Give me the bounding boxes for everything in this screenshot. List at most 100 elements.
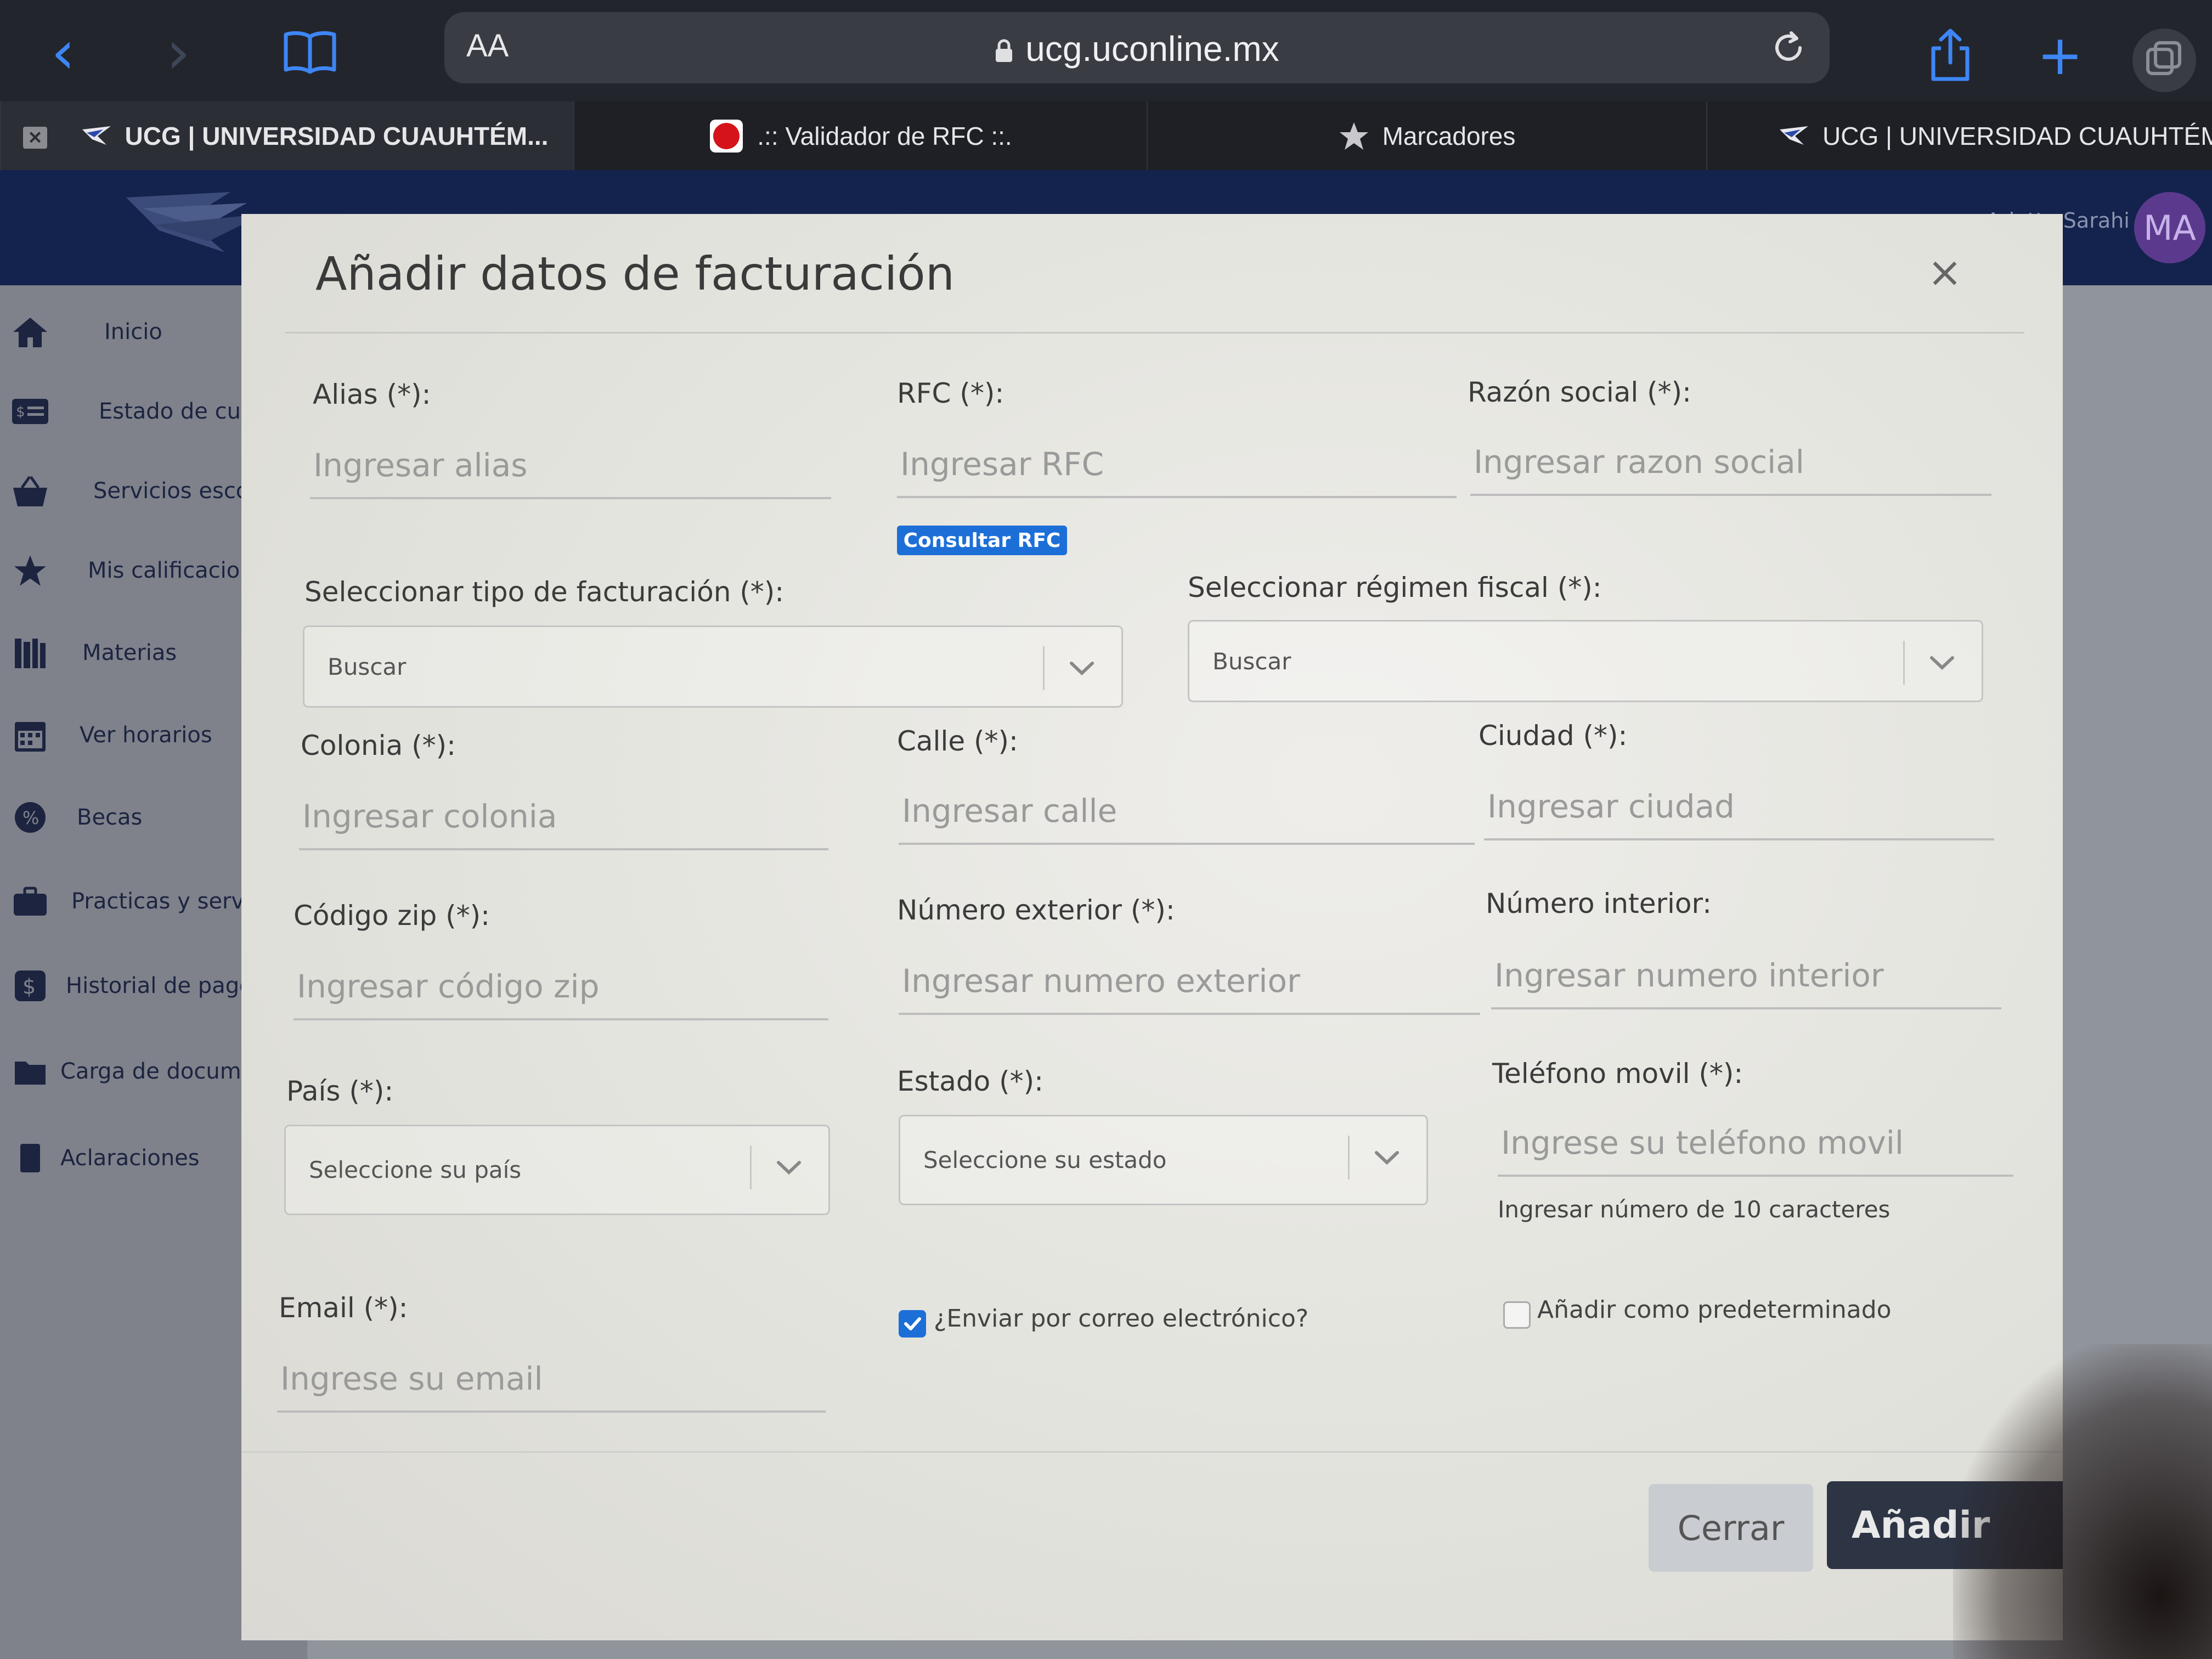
modal-divider — [285, 332, 2024, 334]
photo-shadow — [1953, 1344, 2212, 1659]
cerrar-button[interactable]: Cerrar — [1649, 1484, 1813, 1572]
estado-value: Seleccione su estado — [923, 1147, 1167, 1173]
tab-label: UCG | UNIVERSIDAD CUAUHTÉM... — [125, 121, 549, 150]
colonia-input[interactable]: Ingresar colonia — [299, 785, 828, 850]
razon-social-input[interactable]: Ingresar razon social — [1470, 430, 1991, 496]
pais-select[interactable]: Seleccione su país — [284, 1125, 830, 1215]
chevron-down-icon — [1372, 1143, 1402, 1172]
browser-toolbar: ‹ › AA ucg.uconline.mx + — [0, 0, 2212, 101]
close-tab-icon[interactable]: ✕ — [23, 127, 47, 149]
alias-label: Alias (*): — [313, 379, 431, 410]
estado-label: Estado (*): — [897, 1065, 1043, 1097]
star-icon — [1339, 121, 1369, 151]
tab-overview-icon[interactable] — [2129, 25, 2200, 96]
chevron-down-icon — [774, 1153, 804, 1182]
ciudad-input[interactable]: Ingresar ciudad — [1484, 775, 1994, 840]
tab-ucg-2[interactable]: UCG | UNIVERSIDAD CUAUHTÉM... — [1706, 101, 2212, 170]
lock-icon — [995, 31, 1013, 62]
folder-icon — [0, 1057, 60, 1086]
predeterminado-label[interactable]: Añadir como predeterminado — [1537, 1296, 1892, 1324]
svg-text:$: $ — [16, 404, 25, 420]
pais-value: Seleccione su país — [309, 1156, 522, 1183]
enviar-correo-label[interactable]: ¿Enviar por correo electrónico? — [934, 1305, 1308, 1333]
codigo-zip-label: Código zip (*): — [294, 900, 490, 932]
consultar-rfc-button[interactable]: Consultar RFC — [897, 526, 1067, 555]
books-icon — [0, 635, 60, 670]
tipo-facturacion-value: Buscar — [328, 653, 407, 680]
sidebar-item-label: Ver horarios — [80, 723, 212, 748]
calle-label: Calle (*): — [897, 725, 1018, 757]
estado-select[interactable]: Seleccione su estado — [899, 1115, 1428, 1205]
telefono-label: Teléfono movil (*): — [1492, 1058, 1743, 1090]
tab-validador-rfc[interactable]: .:: Validador de RFC ::. — [573, 101, 1147, 170]
briefcase-icon — [0, 886, 60, 917]
back-button[interactable]: ‹ — [38, 17, 88, 87]
url-text: ucg.uconline.mx — [1025, 29, 1279, 69]
calendar-icon — [0, 718, 60, 753]
rfc-label: RFC (*): — [897, 377, 1005, 409]
regimen-fiscal-value: Buscar — [1212, 647, 1291, 675]
telefono-input[interactable]: Ingrese su teléfono movil — [1498, 1111, 2013, 1177]
basket-icon — [0, 475, 60, 507]
tab-marcadores[interactable]: Marcadores — [1147, 101, 1706, 170]
tab-bar: ✕ UCG | UNIVERSIDAD CUAUHTÉM... .:: Vali… — [0, 101, 2212, 170]
numero-exterior-label: Número exterior (*): — [897, 894, 1175, 926]
chevron-down-icon — [1927, 648, 1957, 678]
sidebar-item-label: Becas — [77, 805, 143, 830]
rfc-input[interactable]: Ingresar RFC — [897, 432, 1457, 498]
enviar-correo-checkbox[interactable] — [899, 1310, 926, 1338]
new-tab-icon[interactable]: + — [2030, 23, 2090, 87]
forward-button[interactable]: › — [154, 17, 203, 87]
select-separator — [750, 1146, 752, 1189]
billing-modal: Añadir datos de facturación × Alias (*):… — [241, 214, 2063, 1640]
codigo-zip-input[interactable]: Ingresar código zip — [294, 955, 828, 1020]
razon-social-label: Razón social (*): — [1468, 376, 1692, 408]
ucg-favicon-icon — [81, 125, 112, 147]
doc-icon — [0, 1143, 60, 1173]
address-bar[interactable]: AA ucg.uconline.mx — [444, 12, 1830, 83]
tipo-facturacion-select[interactable]: Buscar — [303, 625, 1123, 708]
colonia-label: Colonia (*): — [301, 730, 456, 761]
tab-ucg-1[interactable]: ✕ UCG | UNIVERSIDAD CUAUHTÉM... — [0, 101, 573, 170]
reload-icon[interactable] — [1769, 29, 1808, 67]
predeterminado-checkbox[interactable] — [1503, 1301, 1531, 1329]
calle-input[interactable]: Ingresar calle — [899, 779, 1475, 845]
bookmarks-icon[interactable] — [280, 25, 340, 80]
email-input[interactable]: Ingrese su email — [277, 1347, 826, 1413]
billing-icon: $ — [0, 398, 60, 425]
modal-title: Añadir datos de facturación — [315, 247, 955, 301]
numero-interior-input[interactable]: Ingresar numero interior — [1491, 944, 2001, 1009]
checkmark-icon — [904, 1317, 921, 1330]
badge-icon: % — [0, 801, 60, 834]
tab-label: Marcadores — [1382, 121, 1516, 150]
pais-label: País (*): — [286, 1075, 394, 1107]
email-label: Email (*): — [279, 1292, 408, 1324]
regimen-fiscal-label: Seleccionar régimen fiscal (*): — [1188, 572, 1602, 603]
share-icon[interactable] — [1920, 25, 1980, 85]
footer-divider — [241, 1451, 2063, 1453]
ciudad-label: Ciudad (*): — [1479, 720, 1628, 752]
select-separator — [1043, 646, 1045, 690]
chevron-down-icon — [1067, 653, 1097, 683]
telefono-hint: Ingresar número de 10 caracteres — [1498, 1196, 1891, 1223]
numero-interior-label: Número interior: — [1486, 888, 1712, 919]
tipo-facturacion-label: Seleccionar tipo de facturación (*): — [304, 576, 785, 608]
sidebar-item-label: Historial de pago — [66, 973, 253, 998]
dollar-icon: $ — [0, 969, 60, 1002]
avatar[interactable]: MA — [2134, 192, 2205, 263]
select-separator — [1348, 1136, 1350, 1180]
tab-label: .:: Validador de RFC ::. — [757, 121, 1012, 150]
select-separator — [1903, 641, 1905, 685]
alias-input[interactable]: Ingresar alias — [310, 433, 831, 499]
numero-exterior-input[interactable]: Ingresar numero exterior — [899, 949, 1480, 1015]
svg-text:$: $ — [22, 974, 36, 998]
close-icon[interactable]: × — [1926, 247, 1964, 296]
regimen-fiscal-select[interactable]: Buscar — [1188, 620, 1983, 702]
ucg-favicon-icon — [1779, 125, 1809, 147]
sidebar-item-label: Aclaraciones — [60, 1146, 200, 1171]
svg-text:%: % — [22, 808, 39, 828]
tab-label: UCG | UNIVERSIDAD CUAUHTÉM... — [1822, 121, 2212, 150]
sidebar-item-label: Materias — [82, 640, 177, 665]
browser-chrome: ‹ › AA ucg.uconline.mx + ✕ UCG | UNIVERS… — [0, 0, 2212, 170]
sidebar-item-label: Inicio — [104, 319, 162, 345]
